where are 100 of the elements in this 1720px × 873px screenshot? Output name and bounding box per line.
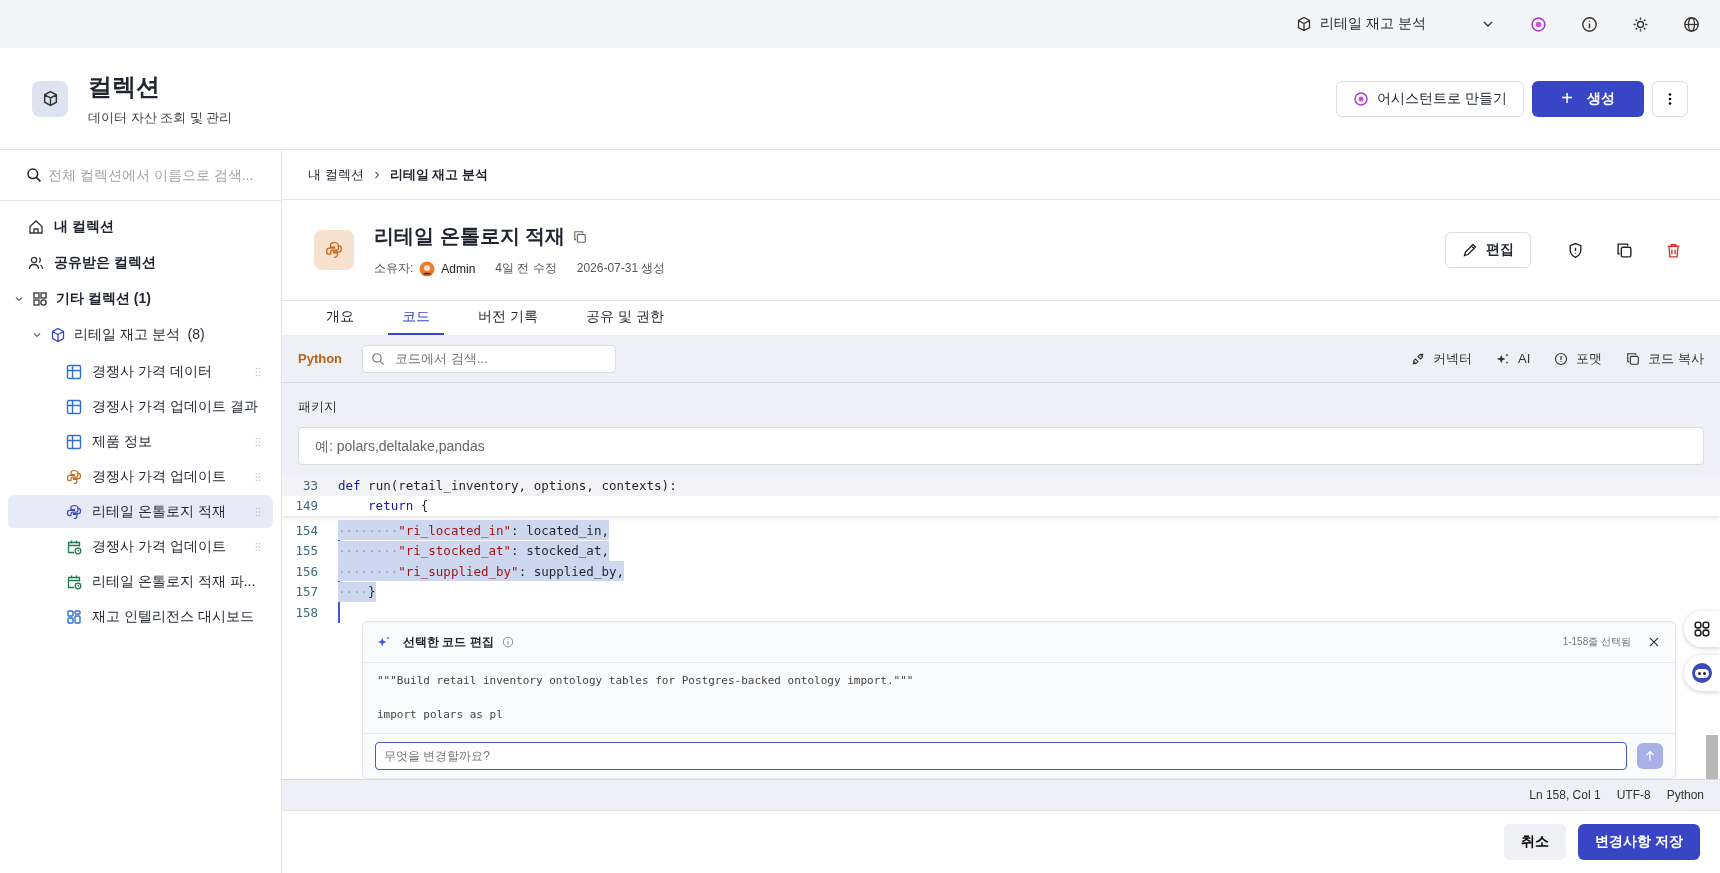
breadcrumb-link[interactable]: 내 컬렉션 <box>308 165 364 184</box>
info-icon[interactable] <box>1581 15 1598 33</box>
drag-handle-icon[interactable] <box>255 366 261 377</box>
apps-button[interactable] <box>1684 611 1720 647</box>
sidebar-item[interactable]: 공유받은 컬렉션 <box>8 245 273 281</box>
apps-icon <box>1693 620 1711 638</box>
modified-time: 4일 전 수정 <box>495 260 557 277</box>
owner-label: 소유자: <box>374 260 414 277</box>
sidebar-group[interactable]: 기타 컬렉션 (1) <box>8 281 273 317</box>
status-item: UTF-8 <box>1616 788 1651 802</box>
line-number: 33 <box>301 477 319 493</box>
packages-label: 패키지 <box>298 398 338 416</box>
code-preview-line: """Build retail inventory ontology tables for Postgres-backed ontology import.""" <box>377 673 915 689</box>
asset-label: 경쟁사 가격 업데이트 결과 <box>92 397 258 416</box>
chatbot-button[interactable] <box>1684 655 1720 691</box>
copy-icon <box>1626 351 1641 366</box>
asset-label: 제품 정보 <box>92 432 153 451</box>
robot-icon <box>1690 661 1714 685</box>
assistant-logo-icon[interactable] <box>1530 15 1547 33</box>
drag-handle-icon[interactable] <box>255 506 261 517</box>
tab[interactable]: 개요 <box>312 301 368 335</box>
code-line: return { <box>368 497 429 516</box>
tab[interactable]: 공유 및 권한 <box>571 301 678 335</box>
status-item: Python <box>1666 788 1704 802</box>
page-subtitle: 데이터 자산 조회 및 관리 <box>88 108 233 127</box>
edit-button[interactable]: 편집 <box>1445 232 1531 268</box>
sidebar-item[interactable]: 내 컬렉션 <box>8 209 273 245</box>
users-icon <box>28 255 44 271</box>
calendar-clock-icon <box>66 573 82 590</box>
chevron-icon[interactable] <box>14 294 24 304</box>
drag-handle-icon[interactable] <box>255 436 261 447</box>
asset-label: 재고 인텔리전스 대시보드 <box>92 607 254 626</box>
copy-button[interactable]: 코드 복사 <box>1626 349 1704 368</box>
calendar-clock-icon <box>66 538 82 555</box>
info-icon <box>501 636 514 648</box>
cube-icon <box>50 327 66 343</box>
asset-label: 경쟁사 가격 업데이트 <box>92 537 227 556</box>
avatar-icon <box>419 260 436 277</box>
line-number: 154 <box>294 522 319 538</box>
line-number: 155 <box>294 543 319 559</box>
asset-item[interactable]: 경쟁사 가격 업데이트 <box>8 530 273 563</box>
arrow-up-icon <box>1643 749 1657 763</box>
collection-search-field[interactable]: 전체 컬렉션에서 이름으로 검색... <box>0 150 281 200</box>
line-number: 156 <box>294 563 319 579</box>
save-button[interactable]: 변경사항 저장 <box>1578 824 1700 860</box>
collection-item[interactable]: 리테일 재고 분석 (8) <box>8 317 273 353</box>
asset-item[interactable]: 경쟁사 가격 업데이트 <box>8 460 273 493</box>
assistant-button[interactable]: 어시스턴트로 만들기 <box>1336 80 1524 117</box>
copy-icon[interactable] <box>1616 241 1633 259</box>
grid-icon <box>32 291 48 307</box>
status-item: Ln 158, Col 1 <box>1529 788 1601 802</box>
scrollbar[interactable] <box>1706 735 1718 779</box>
python-icon <box>66 503 82 520</box>
asset-item[interactable]: 리테일 온톨로지 적재 파... <box>8 565 273 598</box>
tab[interactable]: 버전 기록 <box>464 301 552 335</box>
drag-handle-icon[interactable] <box>255 471 261 482</box>
python-icon <box>66 468 82 485</box>
created-date: 2026-07-31 생성 <box>576 260 666 277</box>
close-icon[interactable] <box>1647 635 1661 649</box>
panel-title: 선택한 코드 편집 <box>403 633 494 651</box>
assistant-logo-icon <box>1353 90 1370 107</box>
connector-button[interactable]: 커넥터 <box>1411 349 1473 368</box>
table-icon <box>66 433 82 450</box>
cube-icon <box>32 80 68 117</box>
line-number: 157 <box>294 584 319 600</box>
drag-handle-icon[interactable] <box>255 541 261 552</box>
prompt-field[interactable]: 무엇을 변경할까요? <box>375 742 1627 770</box>
create-button[interactable]: + 생성 <box>1532 80 1644 117</box>
globe-icon[interactable] <box>1683 15 1700 33</box>
selection-range: 1-158줄 선택됨 <box>1562 635 1631 649</box>
language-label: Python <box>298 351 343 366</box>
asset-item[interactable]: 제품 정보 <box>8 425 273 458</box>
trash-icon[interactable] <box>1665 241 1682 259</box>
sun-icon[interactable] <box>1632 15 1649 33</box>
asset-item[interactable]: 리테일 온톨로지 적재 <box>8 495 273 528</box>
asset-item[interactable]: 경쟁사 가격 업데이트 결과 <box>8 390 273 423</box>
table-icon <box>66 363 82 380</box>
chevron-icon[interactable] <box>32 330 42 340</box>
asset-title: 리테일 온톨로지 적재 <box>374 224 566 249</box>
page-title: 컬렉션 <box>88 71 161 102</box>
breadcrumb-link[interactable]: 리테일 재고 분석 <box>389 165 488 184</box>
code-line: def run(retail_inventory, options, contexts): <box>338 476 677 495</box>
cube-icon <box>1296 16 1312 32</box>
code-preview-line: import polars as pl <box>377 707 504 723</box>
format-button[interactable]: 포맷 <box>1554 349 1603 368</box>
pencil-icon <box>1462 242 1478 258</box>
asset-label: 경쟁사 가격 업데이트 <box>92 467 227 486</box>
asset-label: 리테일 온톨로지 적재 <box>92 502 227 521</box>
asset-item[interactable]: 경쟁사 가격 데이터 <box>8 355 273 388</box>
code-search-field[interactable]: 코드에서 검색... <box>362 344 617 373</box>
ai-button[interactable]: AI <box>1496 351 1531 366</box>
cancel-button[interactable]: 취소 <box>1504 824 1567 860</box>
asset-item[interactable]: 재고 인텔리전스 대시보드 <box>8 600 273 633</box>
dashboard-icon <box>66 608 82 625</box>
packages-field[interactable]: 예: polars,deltalake,pandas <box>298 427 1704 465</box>
owner-name: Admin <box>441 261 476 276</box>
shield-icon[interactable] <box>1567 241 1584 259</box>
project-selector[interactable]: 리테일 재고 분석 <box>1296 15 1496 33</box>
line-number: 158 <box>294 604 319 620</box>
asset-label: 리테일 온톨로지 적재 파... <box>92 572 256 591</box>
